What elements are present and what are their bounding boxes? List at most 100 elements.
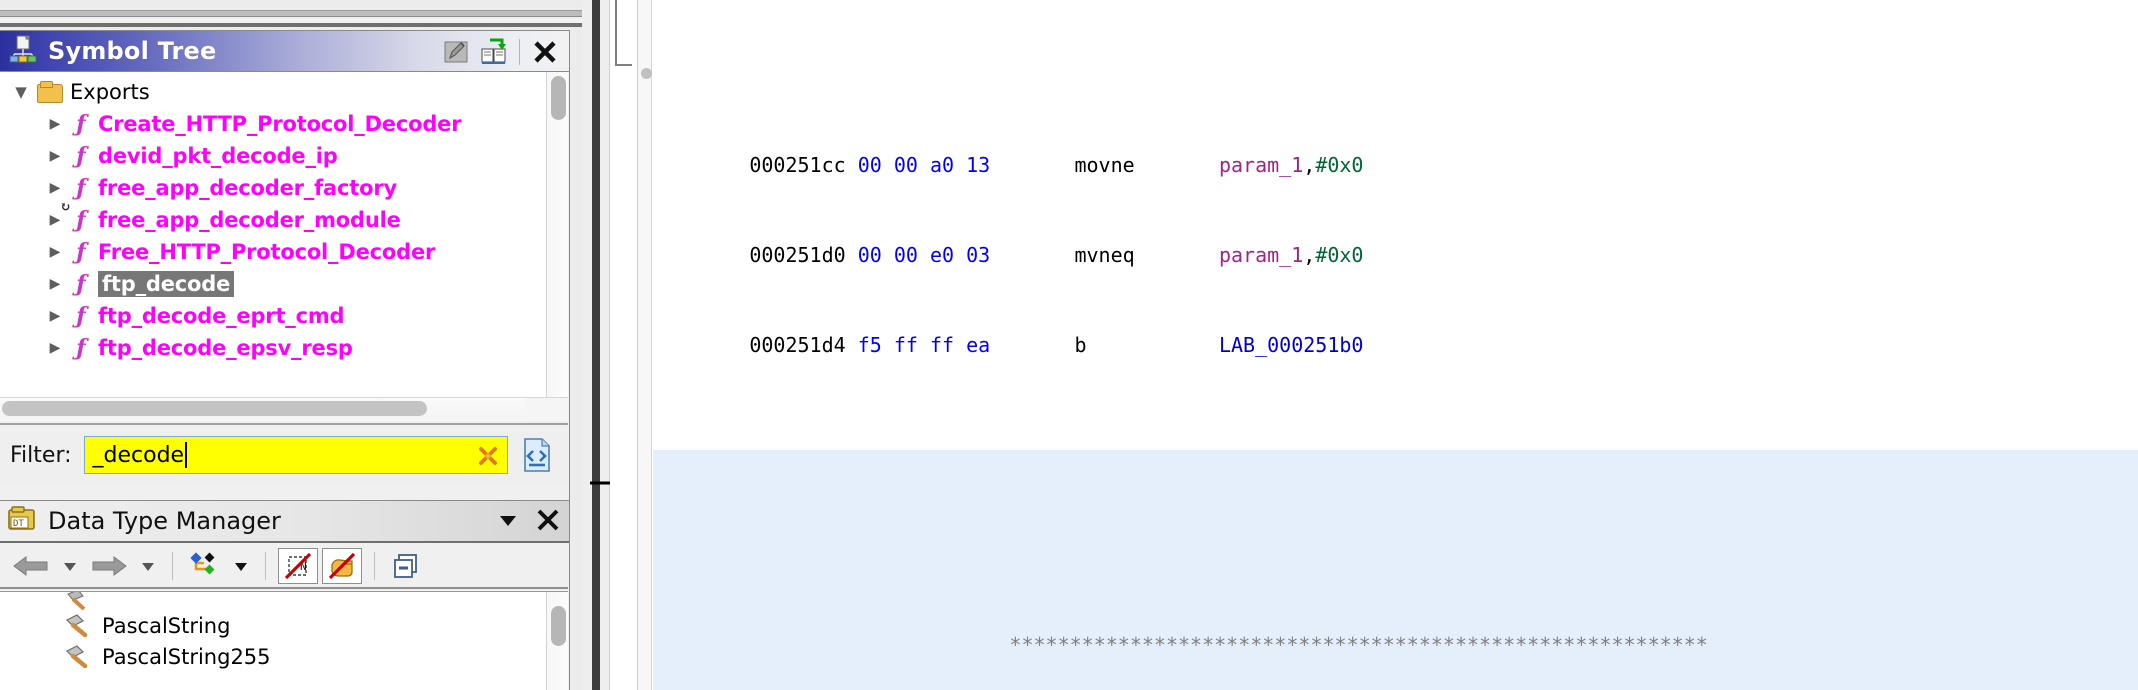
data-type-row[interactable]: PascalString	[0, 610, 568, 641]
data-type-manager-icon: DT	[6, 505, 38, 537]
tree-item-create-http-protocol-decoder[interactable]: ƒ Create_HTTP_Protocol_Decoder	[0, 108, 545, 140]
mnemonic: movne	[1074, 153, 1135, 177]
address: 000251d0	[749, 243, 846, 267]
function-header-block[interactable]: ****************************************…	[653, 450, 2138, 690]
listing-code[interactable]: 000251cc 00 00 a0 13 movne param_1,#0x0 …	[653, 0, 2138, 690]
collapse-all-icon[interactable]	[387, 548, 425, 584]
expand-twisty-icon[interactable]	[42, 180, 68, 196]
tree-item-label: devid_pkt_decode_ip	[98, 144, 338, 168]
symbol-tree-scroll-area: Exports ƒ Create_HTTP_Protocol_Decoder ƒ…	[0, 72, 568, 397]
listing-line[interactable]: 000251d0 00 00 e0 03 mvneq param_1,#0x0	[653, 210, 2138, 267]
symbol-tree-title-actions	[438, 31, 563, 72]
navigate-book-icon[interactable]	[476, 35, 512, 69]
function-banner-rule: ****************************************…	[653, 600, 2138, 657]
filter-label: Filter:	[10, 442, 72, 468]
back-arrow-icon[interactable]	[8, 548, 54, 584]
symbol-tree-horizontal-scrollbar[interactable]	[0, 398, 525, 418]
function-icon: ƒ	[76, 335, 86, 361]
expand-twisty-icon[interactable]	[42, 308, 68, 324]
symbol-tree-vertical-scrollbar[interactable]	[546, 72, 568, 397]
data-type-row[interactable]	[0, 592, 568, 610]
tree-item-ftp-decode[interactable]: ƒ ftp_decode	[0, 268, 545, 300]
expand-twisty-icon[interactable]	[42, 148, 68, 164]
margin-marker-dot	[641, 68, 652, 79]
clear-x-icon[interactable]	[477, 445, 499, 467]
tree-item-free-app-decoder-factory[interactable]: ƒ free_app_decoder_factory	[0, 172, 545, 204]
function-icon: ƒ	[76, 239, 86, 265]
data-type-manager-title-actions	[495, 501, 561, 543]
splitter-handle[interactable]	[592, 0, 600, 690]
data-type-manager-panel: DT Data Type Manager N PascalString Pasc…	[0, 500, 570, 690]
tree-node-label: Exports	[70, 80, 150, 104]
forward-arrow-icon[interactable]	[86, 548, 132, 584]
data-type-manager-vertical-scrollbar[interactable]	[546, 592, 568, 690]
disassembly-listing[interactable]: 000251cc 00 00 a0 13 movne param_1,#0x0 …	[610, 0, 2138, 690]
svg-text:DT: DT	[13, 519, 24, 529]
operand: #0x0	[1315, 243, 1364, 267]
operand-punct: ,	[1303, 243, 1316, 267]
toolbar-separator	[265, 552, 266, 580]
address: 000251cc	[749, 153, 846, 177]
listing-line[interactable]: 000251cc 00 00 a0 13 movne param_1,#0x0	[653, 120, 2138, 177]
function-icon: ƒ	[76, 271, 86, 297]
tree-item-ftp-decode-eprt-cmd[interactable]: ƒ ftp_decode_eprt_cmd	[0, 300, 545, 332]
tree-item-label: free_app_decoder_module	[98, 208, 401, 232]
close-icon[interactable]	[535, 507, 561, 537]
filter-tree-icon[interactable]	[185, 548, 225, 584]
address: 000251d4	[749, 333, 846, 357]
close-icon[interactable]	[527, 35, 563, 69]
mnemonic: b	[1074, 333, 1087, 357]
forward-dropdown-icon[interactable]	[136, 548, 160, 584]
operand: param_1	[1218, 153, 1304, 177]
symbol-tree-title: Symbol Tree	[48, 37, 217, 65]
disable-pointer-selection-icon[interactable]	[322, 548, 362, 584]
edit-pencil-icon[interactable]	[438, 35, 474, 69]
tree-item-free-http-protocol-decoder[interactable]: ƒ Free_HTTP_Protocol_Decoder	[0, 236, 545, 268]
chevron-down-icon[interactable]	[495, 507, 521, 537]
data-type-manager-title: Data Type Manager	[48, 507, 281, 535]
recursive-function-icon: ƒ ↻	[60, 200, 86, 233]
symbol-tree-hscroll-area	[0, 397, 568, 421]
expand-twisty-icon[interactable]	[42, 244, 68, 260]
disable-array-selection-icon[interactable]: N	[278, 548, 318, 584]
recursion-arrow-icon: ↻	[60, 200, 71, 215]
toolbar-separator	[172, 552, 173, 580]
function-icon: ƒ	[76, 111, 86, 137]
expand-twisty-icon[interactable]	[42, 116, 68, 132]
tree-item-label: ftp_decode_eprt_cmd	[98, 304, 345, 328]
hammer-icon	[62, 613, 94, 639]
expand-twisty-icon[interactable]	[8, 83, 34, 101]
banner-rule: ****************************************…	[1009, 633, 1708, 657]
titlebar-separator	[519, 38, 520, 65]
operand: param_1	[1218, 243, 1304, 267]
tree-item-devid-pkt-decode-ip[interactable]: ƒ devid_pkt_decode_ip	[0, 140, 545, 172]
tree-node-exports[interactable]: Exports	[0, 76, 545, 108]
symbol-tree-icon	[8, 34, 38, 67]
hammer-icon	[62, 644, 94, 670]
filter-options-icon[interactable]	[516, 435, 558, 475]
symbol-tree-titlebar: Symbol Tree	[0, 31, 569, 72]
tree-item-ftp-decode-epsv-resp[interactable]: ƒ ftp_decode_epsv_resp	[0, 332, 545, 364]
back-dropdown-icon[interactable]	[58, 548, 82, 584]
listing-flow-gutter	[610, 0, 638, 690]
data-type-label: PascalString	[102, 613, 231, 638]
scrollbar-thumb[interactable]	[551, 606, 566, 646]
tree-item-free-app-decoder-module[interactable]: ƒ↻ free_app_decoder_module	[0, 200, 545, 236]
text-caret	[185, 442, 188, 468]
scrollbar-thumb[interactable]	[551, 76, 566, 120]
data-type-row[interactable]: PascalString255	[0, 641, 568, 672]
expand-twisty-icon[interactable]	[42, 276, 68, 292]
bytes: 00 00 a0 13	[857, 153, 991, 177]
tree-item-label: ftp_decode_epsv_resp	[98, 336, 353, 360]
listing-line[interactable]: 000251d4 f5 ff ff ea b LAB_000251b0	[653, 300, 2138, 357]
filter-dropdown-icon[interactable]	[229, 548, 253, 584]
listing-margin-bar[interactable]	[638, 0, 652, 690]
operand-punct: ,	[1303, 153, 1316, 177]
filter-input[interactable]: _decode	[83, 436, 508, 474]
scrollbar-thumb[interactable]	[2, 401, 427, 416]
expand-twisty-icon[interactable]	[42, 340, 68, 356]
dock-splitter[interactable]	[582, 0, 610, 690]
bytes: 00 00 e0 03	[857, 243, 991, 267]
left-dock: Symbol Tree ▼ Exports ▶ ƒ Create_HTTP_Pr…	[0, 0, 582, 690]
